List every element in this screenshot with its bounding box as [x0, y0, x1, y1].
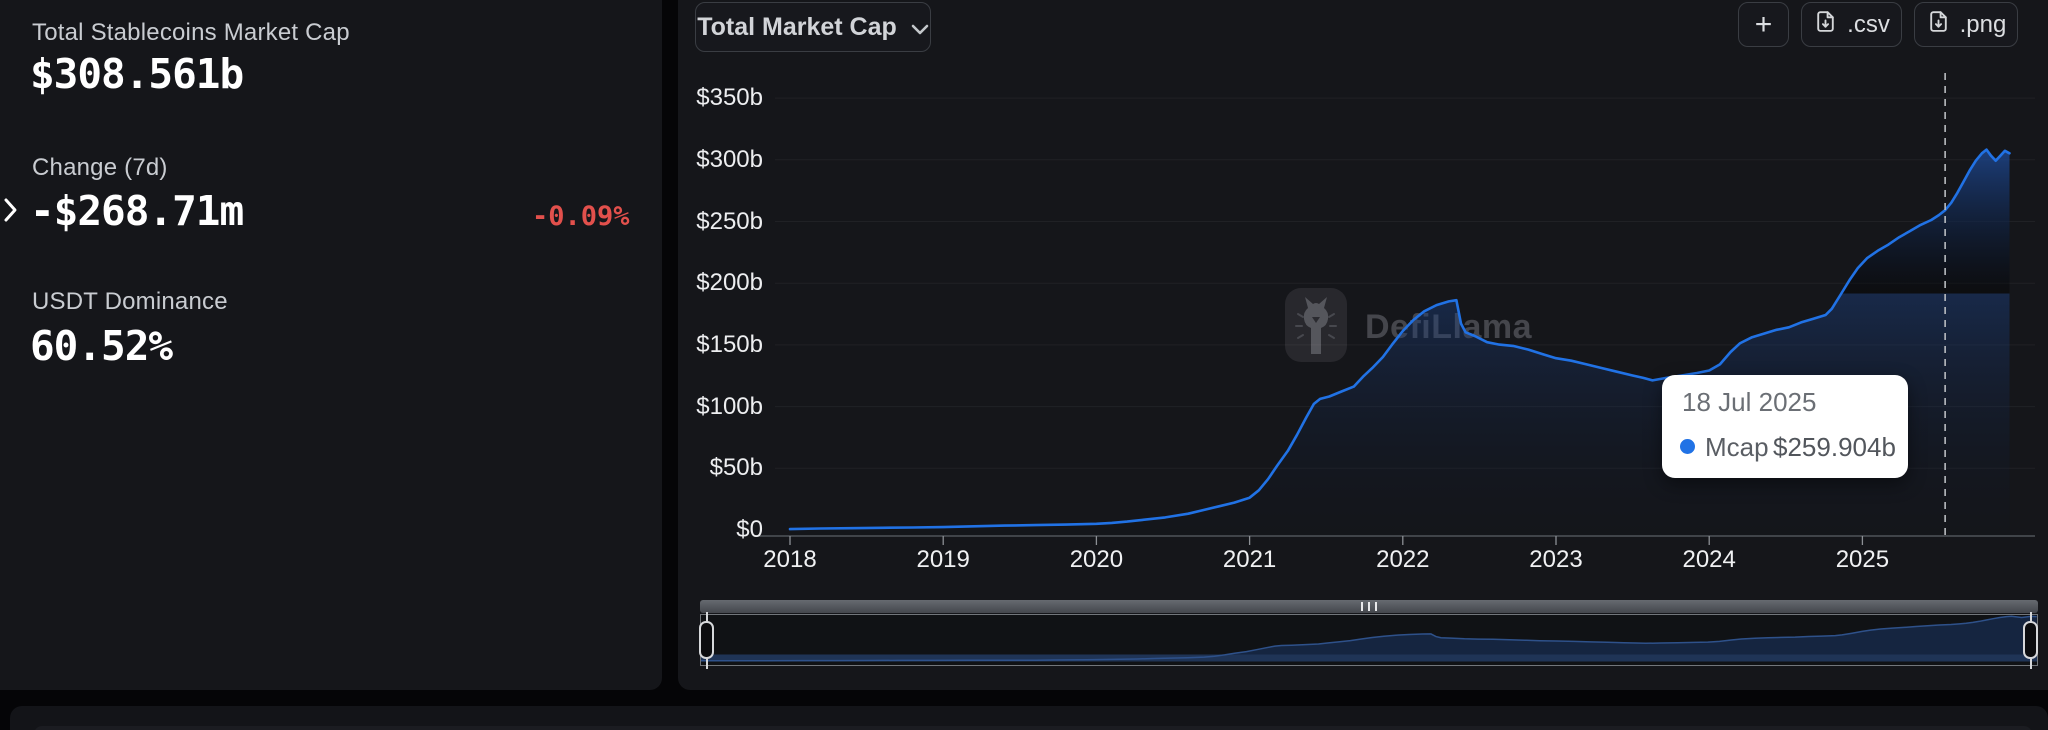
tooltip-date: 18 Jul 2025: [1682, 387, 1817, 417]
x-axis-label: 2021: [1222, 546, 1277, 573]
grip-icon: [1361, 602, 1363, 611]
y-axis-label: $350b: [696, 84, 763, 112]
stats-panel: Total Stablecoins Market Cap $308.561b C…: [0, 0, 662, 690]
chart-tooltip: 18 Jul 2025 Mcap $259.904b: [1662, 375, 1908, 478]
y-axis-label: $300b: [696, 145, 763, 173]
stat-value-usdt-dominance: 60.52%: [30, 322, 173, 370]
download-png-button[interactable]: .png: [1914, 2, 2018, 47]
x-axis-label: 2025: [1835, 546, 1890, 573]
dataset-select-button[interactable]: Total Market Cap: [695, 2, 931, 52]
x-axis-label: 2019: [916, 546, 970, 573]
x-axis-label: 2023: [1529, 546, 1583, 573]
grip-icon: [1368, 602, 1370, 611]
dataset-select-label: Total Market Cap: [697, 12, 897, 41]
plus-icon: +: [1754, 7, 1773, 41]
page: Total Stablecoins Market Cap $308.561b C…: [0, 0, 2048, 730]
x-axis-label: 2022: [1376, 546, 1430, 573]
x-axis-label: 2018: [763, 546, 817, 573]
y-axis-label: $50b: [709, 454, 763, 482]
y-axis-label: $100b: [696, 392, 763, 420]
chevron-right-icon[interactable]: [3, 197, 19, 223]
stat-label-total-mcap: Total Stablecoins Market Cap: [32, 19, 350, 46]
navigator-frame[interactable]: [700, 614, 2038, 666]
stat-change-percent: -0.09%: [532, 201, 630, 232]
grip-icon: [1375, 602, 1377, 611]
download-csv-button[interactable]: .csv: [1801, 2, 1902, 47]
stat-label-usdt-dominance: USDT Dominance: [32, 288, 228, 315]
add-chart-button[interactable]: +: [1738, 2, 1789, 47]
market-cap-area-chart[interactable]: [678, 0, 2048, 690]
y-axis-label: $150b: [696, 330, 763, 358]
navigator-left-handle[interactable]: [699, 621, 714, 659]
chart-panel: Total Market Cap + .csv .png 18 Jul 2025…: [678, 0, 2048, 690]
png-button-label: .png: [1959, 10, 2007, 38]
y-axis-label: $200b: [696, 269, 763, 297]
chevron-down-icon: [911, 13, 929, 42]
y-axis-label: $250b: [696, 207, 763, 235]
csv-button-label: .csv: [1847, 10, 1890, 38]
file-download-icon: [1926, 9, 1951, 41]
navigator-right-handle[interactable]: [2023, 621, 2038, 659]
file-download-icon: [1813, 9, 1838, 41]
table-section-toolbar: [34, 726, 2032, 730]
series-dot-icon: [1680, 439, 1695, 454]
x-axis-label: 2020: [1069, 546, 1124, 573]
stat-value-change-7d: -$268.71m: [30, 187, 244, 235]
table-section-card: [10, 706, 2048, 730]
tooltip-series-name: Mcap: [1705, 432, 1769, 462]
navigator-zoom-bar[interactable]: [700, 600, 2038, 613]
stat-label-change-7d: Change (7d): [32, 154, 168, 181]
tooltip-series-value: $259.904b: [1773, 432, 1896, 462]
y-axis-label: $0: [736, 516, 763, 543]
x-axis-label: 2024: [1682, 546, 1736, 573]
stat-value-total-mcap: $308.561b: [30, 50, 244, 98]
